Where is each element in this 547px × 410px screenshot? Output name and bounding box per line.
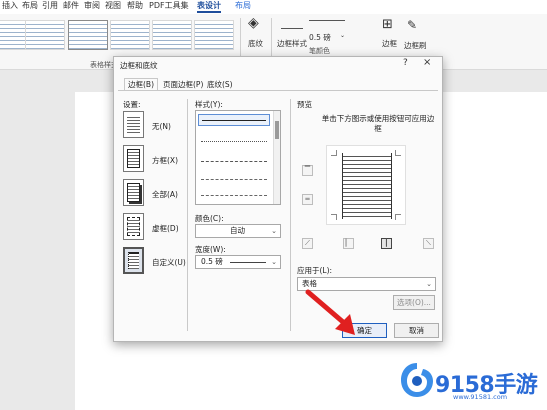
setting-box-icon[interactable] xyxy=(123,145,144,172)
scrollbar[interactable] xyxy=(273,111,280,204)
chevron-down-icon[interactable]: ⌄ xyxy=(340,32,345,39)
ribbon-tab-1[interactable]: 布局 xyxy=(22,0,38,13)
setting-custom-icon[interactable] xyxy=(123,247,144,274)
width-label: 宽度(W): xyxy=(195,245,226,254)
setting-grid-icon[interactable] xyxy=(123,213,144,240)
shading-label[interactable]: 底纹 xyxy=(248,38,263,49)
color-label: 颜色(C): xyxy=(195,214,224,223)
table-style-swatch[interactable] xyxy=(194,20,234,50)
border-styles-label[interactable]: 边框样式 xyxy=(277,38,307,49)
line-style-list[interactable] xyxy=(195,110,281,205)
cancel-button[interactable]: 取消 xyxy=(394,323,439,338)
width-dropdown[interactable]: 0.5 磅 ⌄ xyxy=(195,255,281,269)
table-style-swatch[interactable] xyxy=(110,20,150,50)
ribbon-tab-bar: 插入 布局 引用 邮件 审阅 视图 帮助 PDF工具集 表设计 布局 xyxy=(0,0,547,14)
setting-none-icon[interactable] xyxy=(123,111,144,138)
ribbon-tab-5[interactable]: 视图 xyxy=(105,0,121,13)
pen-color-dropdown[interactable]: 笔颜色 xyxy=(309,46,330,56)
ribbon-tab-8[interactable]: 表设计 xyxy=(197,0,221,13)
preview-table-lines xyxy=(342,153,392,219)
pen-weight-dropdown[interactable]: 0.5 磅 xyxy=(309,32,331,43)
column-divider xyxy=(187,99,188,331)
line-style-dash-dot[interactable] xyxy=(201,195,267,196)
scrollbar-thumb[interactable] xyxy=(275,121,279,139)
setting-custom-label[interactable]: 自定义(U) xyxy=(152,257,186,268)
ribbon-tab-9[interactable]: 布局 xyxy=(235,0,251,13)
corner-mark xyxy=(395,214,401,220)
left-border-toggle-icon[interactable]: ▏ xyxy=(343,238,354,249)
preview-area[interactable] xyxy=(326,145,406,225)
corner-mark xyxy=(395,150,401,156)
table-style-swatch[interactable] xyxy=(68,20,108,50)
options-button[interactable]: 选项(O)... xyxy=(393,295,435,310)
watermark-logo-icon xyxy=(401,363,433,397)
table-style-swatch[interactable] xyxy=(152,20,192,50)
line-style-dotted[interactable] xyxy=(201,141,267,142)
apply-to-label: 应用于(L): xyxy=(297,266,333,275)
line-style-dashed-small[interactable] xyxy=(201,161,267,162)
line-style-solid[interactable] xyxy=(198,114,270,126)
borders-grid-icon[interactable]: ⊞ xyxy=(382,18,393,32)
column-divider xyxy=(290,99,291,331)
ribbon-tab-2[interactable]: 引用 xyxy=(42,0,58,13)
chevron-down-icon: ⌄ xyxy=(426,280,432,288)
diagonal-down-toggle-icon[interactable]: ⟋ xyxy=(302,238,313,249)
setting-none-label[interactable]: 无(N) xyxy=(152,121,171,132)
diagonal-up-toggle-icon[interactable]: ⟍ xyxy=(423,238,434,249)
ribbon-tab-6[interactable]: 帮助 xyxy=(127,0,143,13)
setting-all-icon[interactable] xyxy=(123,179,144,206)
help-icon[interactable]: ? xyxy=(403,58,408,68)
shading-bucket-icon[interactable]: ◈ xyxy=(248,16,259,30)
borders-and-shading-dialog: 边框和底纹 ? × 边框(B) 页面边框(P) 底纹(S) 设置: 无(N) 方… xyxy=(113,56,443,342)
solid-line-sample xyxy=(202,120,266,121)
corner-mark xyxy=(331,150,337,156)
width-line-sample xyxy=(230,262,266,263)
width-value: 0.5 磅 xyxy=(201,257,223,266)
pen-style-line-icon[interactable] xyxy=(309,20,345,21)
setting-box-label[interactable]: 方框(X) xyxy=(152,155,178,166)
corner-mark xyxy=(331,214,337,220)
close-icon[interactable]: × xyxy=(423,57,431,68)
setting-grid-label[interactable]: 虚框(D) xyxy=(152,223,179,234)
border-painter-label[interactable]: 边框刷 xyxy=(404,40,427,51)
table-style-swatch[interactable] xyxy=(25,20,65,50)
inner-horizontal-toggle-icon[interactable]: ═ xyxy=(302,194,313,205)
dialog-title: 边框和底纹 xyxy=(120,61,158,70)
ribbon-tab-3[interactable]: 邮件 xyxy=(63,0,79,13)
red-arrow-annotation xyxy=(305,289,355,335)
site-watermark: 9158手游 www.91581.com xyxy=(395,353,547,409)
preview-hint: 单击下方图示或使用按钮可应用边框 xyxy=(321,114,435,133)
line-style-dashed[interactable] xyxy=(201,179,267,180)
watermark-url: www.91581.com xyxy=(453,393,508,401)
color-value: 自动 xyxy=(230,226,245,235)
ribbon-tab-7[interactable]: PDF工具集 xyxy=(149,0,189,13)
ribbon-tab-0[interactable]: 插入 xyxy=(2,0,18,13)
tab-strip-divider xyxy=(118,90,438,91)
tab-borders[interactable]: 边框(B) xyxy=(124,78,158,90)
borders-label[interactable]: 边框 xyxy=(382,38,397,49)
top-border-toggle-icon[interactable]: ▔ xyxy=(302,165,313,176)
chevron-down-icon: ⌄ xyxy=(271,227,277,235)
preview-label: 预览 xyxy=(297,100,312,109)
border-style-sample-icon xyxy=(281,28,303,29)
settings-label: 设置: xyxy=(123,100,141,109)
setting-all-label[interactable]: 全部(A) xyxy=(152,189,178,200)
style-label: 样式(Y): xyxy=(195,100,223,109)
chevron-down-icon: ⌄ xyxy=(271,258,277,266)
ribbon-tab-4[interactable]: 审阅 xyxy=(84,0,100,13)
inner-vertical-toggle-icon[interactable]: ┃ xyxy=(381,238,392,249)
color-dropdown[interactable]: 自动 ⌄ xyxy=(195,224,281,238)
border-painter-icon[interactable]: ✎ xyxy=(407,18,417,32)
